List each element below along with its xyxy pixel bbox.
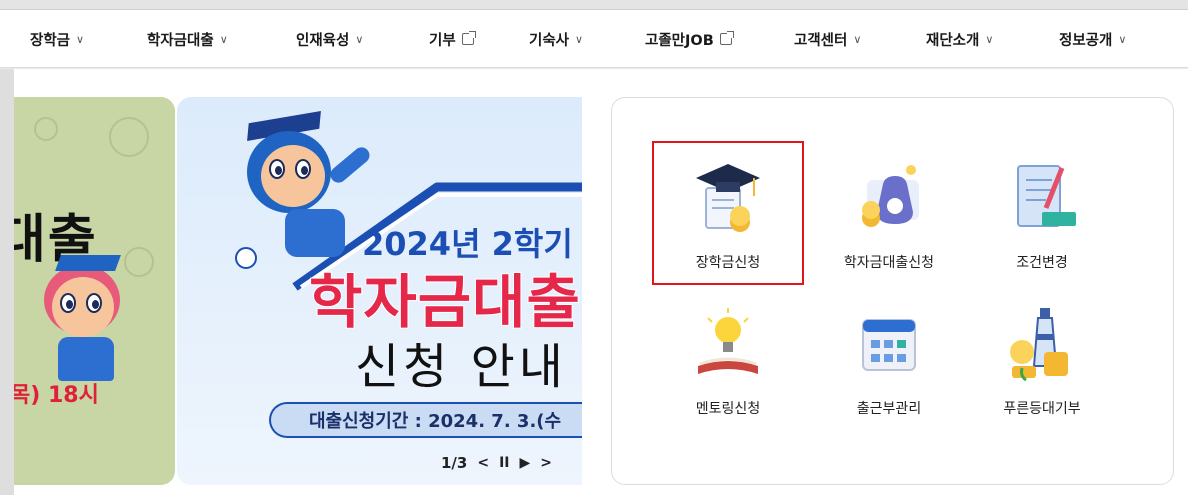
chevron-down-icon: ∨ [853,32,862,46]
service-student-loan-apply[interactable]: 학자금대출신청 [814,158,964,272]
service-condition-change[interactable]: 조건변경 [967,158,1117,272]
nav-label: 고객센터 [794,32,848,49]
banner-subtitle: 신청 안내 [355,339,567,395]
lightbulb-book-icon [688,304,768,384]
money-bag-icon [849,158,929,238]
banner-period-text: 대출신청기간 : 2024. 7. 3.(수 [309,411,562,432]
nav-label: 재단소개 [926,32,980,49]
nav-item-talent-development[interactable]: 인재육성 ∨ [296,10,363,68]
service-label: 조건변경 [1016,255,1068,271]
document-edit-icon [1002,158,1082,238]
nav-label: 고졸만JOB [645,32,714,49]
play-icon[interactable]: ▶ [520,455,531,471]
service-label: 푸른등대기부 [1003,401,1081,417]
service-label: 멘토링신청 [695,401,761,417]
nav-item-disclosure[interactable]: 정보공개 ∨ [1059,10,1126,68]
nav-label: 학자금대출 [147,32,214,49]
doodle-decoration [34,117,58,141]
nav-label: 정보공개 [1059,32,1113,49]
banner-slide-previous[interactable]: 대출 목) 18시 [14,97,175,485]
nav-item-student-loan[interactable]: 학자금대출 ∨ [147,10,228,68]
doodle-decoration [124,247,154,277]
nav-item-dormitory[interactable]: 기숙사 ∨ [529,10,583,68]
nav-label: 인재육성 [296,32,350,49]
nav-label: 장학금 [30,32,71,49]
service-attendance-management[interactable]: 출근부관리 [814,304,964,418]
browser-top-strip [0,0,1188,10]
doodle-decoration [109,117,149,157]
calendar-icon [849,304,929,384]
nav-item-customer-center[interactable]: 고객센터 ∨ [794,10,861,68]
graduation-cap-icon [688,158,768,238]
chevron-down-icon: ∨ [1118,32,1127,46]
service-scholarship-apply[interactable]: 장학금신청 [653,158,803,272]
chevron-down-icon: ∨ [575,32,584,46]
banner-slide-current[interactable]: 2024년 2학기 학자금대출 신청 안내 대출신청기간 : 2024. 7. … [177,97,582,485]
service-label: 출근부관리 [856,401,922,417]
chevron-down-icon: ∨ [355,32,364,46]
main-nav: 장학금 ∨ 학자금대출 ∨ 인재육성 ∨ 기부 기숙사 ∨ 고졸만JOB 고객센… [0,10,1188,68]
chevron-right-icon[interactable]: > [540,455,552,471]
service-blue-lighthouse-donation[interactable]: 푸른등대기부 [967,304,1117,418]
chevron-left-icon[interactable]: < [477,455,489,471]
nav-label: 기숙사 [529,32,570,49]
pause-icon[interactable]: II [499,455,509,471]
nav-label: 기부 [429,32,456,49]
nav-item-scholarship[interactable]: 장학금 ∨ [30,10,84,68]
nav-item-job[interactable]: 고졸만JOB [645,10,734,68]
banner-pager: 1/3 < II ▶ > [441,454,552,472]
service-label: 학자금대출신청 [843,255,935,271]
nav-item-about[interactable]: 재단소개 ∨ [926,10,993,68]
banner-prev-date: 목) 18시 [14,383,99,408]
service-label: 장학금신청 [695,255,761,271]
chevron-down-icon: ∨ [985,32,994,46]
lighthouse-coins-icon [1002,304,1082,384]
service-mentoring-apply[interactable]: 멘토링신청 [653,304,803,418]
nav-item-donation[interactable]: 기부 [429,10,476,68]
chevron-down-icon: ∨ [219,32,228,46]
left-margin [0,69,14,495]
external-link-icon [461,31,476,45]
chevron-down-icon: ∨ [76,32,85,46]
quick-service-panel [611,97,1174,485]
pager-count: 1/3 [441,454,468,472]
banner-period: 대출신청기간 : 2024. 7. 3.(수 [269,402,582,438]
external-link-icon [719,31,734,45]
